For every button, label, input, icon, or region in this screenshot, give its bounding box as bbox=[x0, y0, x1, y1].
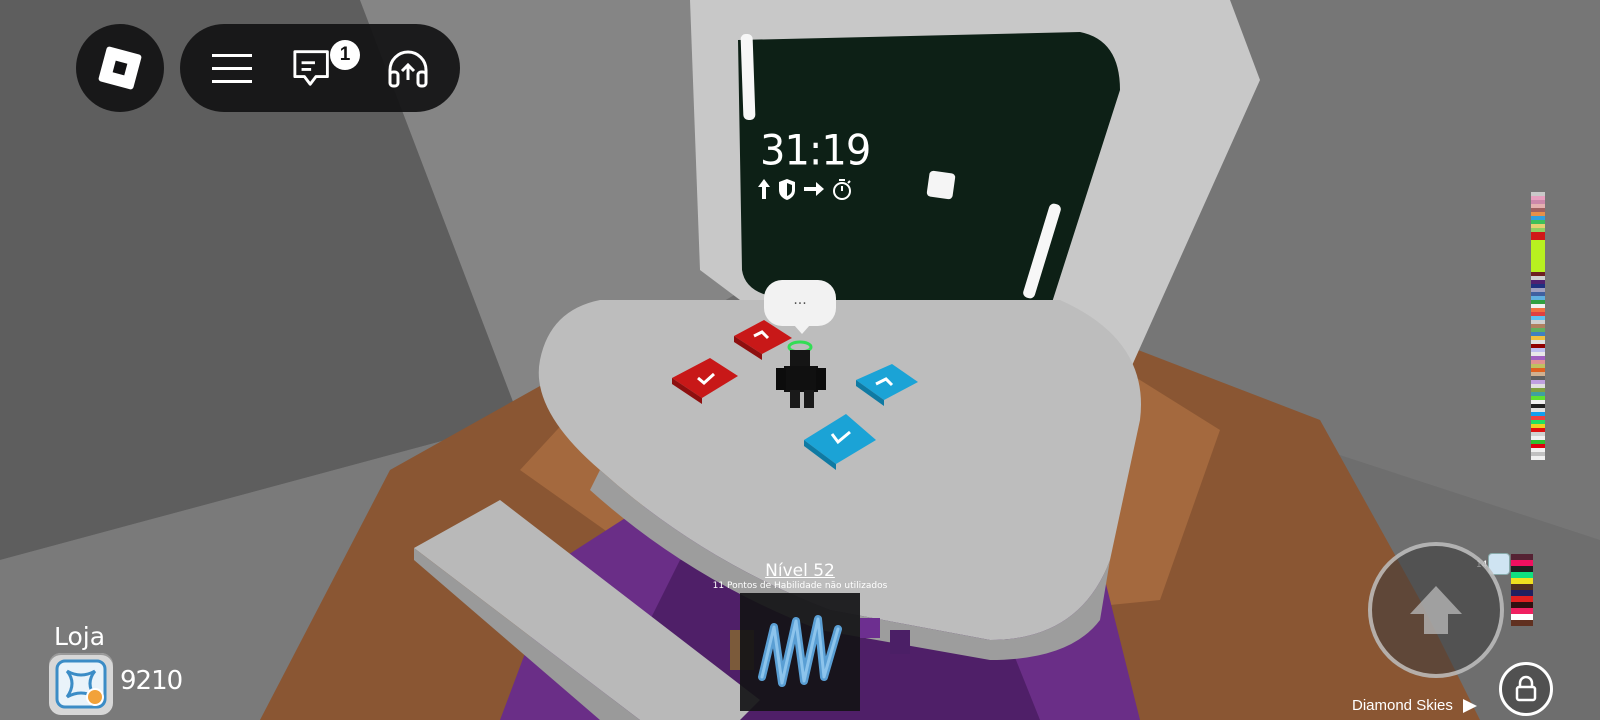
shop-coin-icon bbox=[55, 659, 107, 709]
level-title: Nível 52 bbox=[765, 561, 835, 581]
roblox-logo-icon bbox=[97, 45, 143, 91]
top-bar: 1 bbox=[180, 24, 460, 112]
arrow-up-icon bbox=[758, 179, 770, 199]
spring-ability-icon bbox=[758, 615, 842, 687]
player-list-strip[interactable] bbox=[1531, 192, 1545, 460]
stopwatch-icon bbox=[833, 179, 851, 200]
chat-badge: 1 bbox=[330, 40, 360, 70]
ability-slot-button[interactable] bbox=[740, 593, 860, 711]
shop-button[interactable] bbox=[49, 653, 113, 715]
music-now-playing[interactable]: Diamond Skies bbox=[1352, 697, 1479, 714]
status-icons bbox=[756, 177, 854, 201]
shop-label: Loja bbox=[54, 622, 106, 651]
shield-icon bbox=[779, 179, 795, 200]
lock-icon bbox=[1515, 675, 1537, 702]
speech-bubble: ... bbox=[764, 280, 836, 334]
hamburger-menu-icon[interactable] bbox=[210, 46, 254, 90]
arrow-up-icon bbox=[1410, 586, 1462, 634]
arrow-right-icon bbox=[804, 182, 824, 196]
headphones-icon[interactable] bbox=[386, 46, 430, 90]
roblox-menu-button[interactable] bbox=[76, 24, 164, 112]
play-icon bbox=[1462, 698, 1477, 713]
shift-lock-button[interactable] bbox=[1499, 662, 1553, 716]
player-avatars-stack[interactable] bbox=[1511, 554, 1533, 626]
jump-button[interactable] bbox=[1368, 542, 1504, 678]
music-track-label: Diamond Skies bbox=[1352, 697, 1453, 714]
coin-balance: 9210 bbox=[120, 666, 183, 696]
round-timer: 31:19 bbox=[760, 126, 871, 176]
unused-skill-points: 11 Pontos de Habilidade não utilizados bbox=[712, 581, 888, 591]
